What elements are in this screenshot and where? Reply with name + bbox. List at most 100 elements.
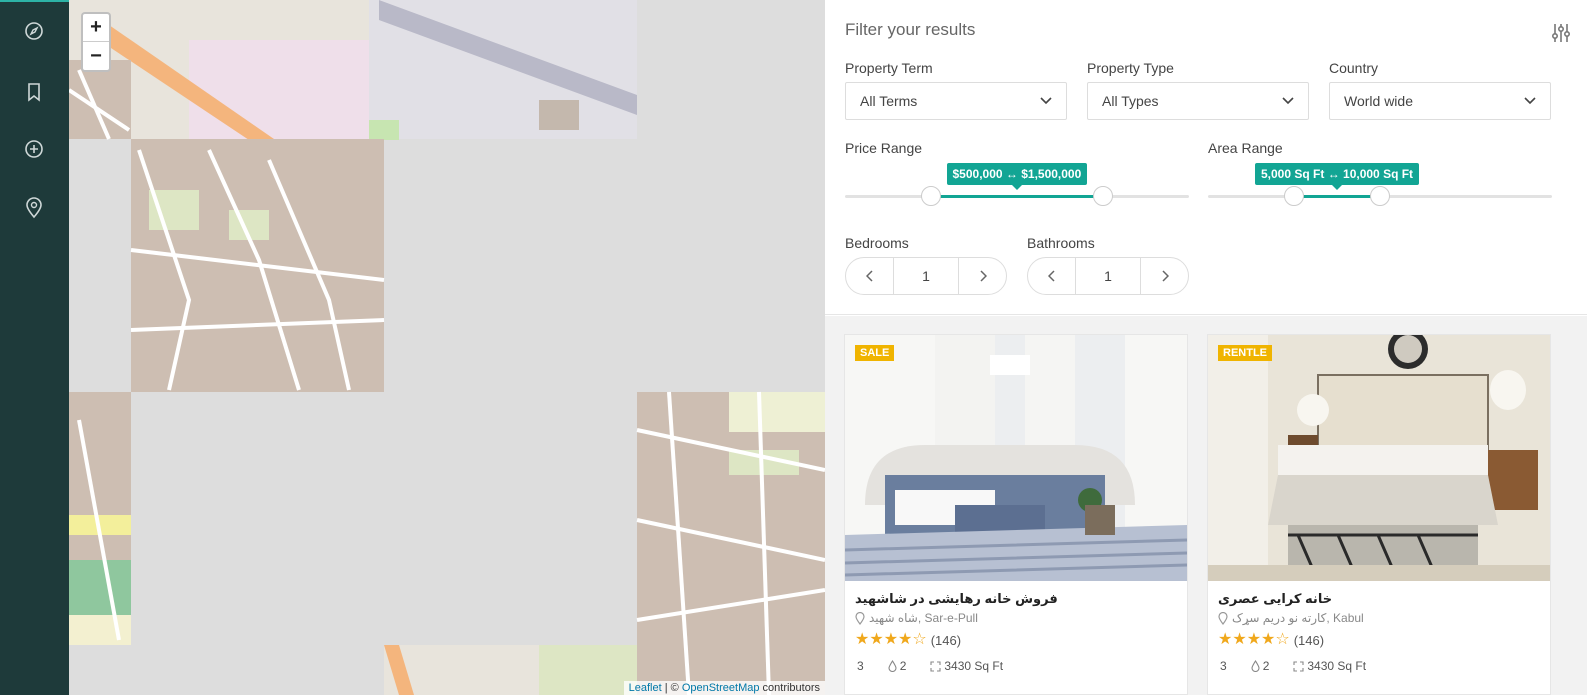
star-empty-icon: ☆ [1275,631,1290,648]
listing-location-text: کارته نو دریم سړک, Kabul [1232,611,1364,625]
property-term-select[interactable]: All Terms [845,82,1067,120]
price-min-handle[interactable] [921,186,941,206]
map-tiles [69,0,825,695]
star-filled-icon: ★ [898,631,913,648]
listing-card[interactable]: SALE فروش خانه رهایشی در شاشهید شاه شهید… [844,334,1188,695]
listing-location: کارته نو دریم سړک, Kabul [1218,611,1364,625]
expand-icon [1293,660,1304,672]
star-filled-icon: ★ [1218,631,1233,648]
listing-badge: SALE [855,345,895,361]
bath-count: 2 [888,659,919,673]
map-attribution: Leaflet | © OpenStreetMap contributors [623,681,825,695]
area-size: 3430 Sq Ft [930,659,1015,673]
bedrooms-label: Bedrooms [845,235,909,251]
price-range-tooltip: $500,000 ↔ $1,500,000 [946,163,1088,190]
chevron-right-icon [979,270,987,282]
price-range-label: Price Range [845,140,923,156]
chevron-down-icon [1040,97,1052,105]
filter-panel: Filter your results Property Term All Te… [825,0,1587,315]
star-filled-icon: ★ [1261,631,1276,648]
listing-badge: RENTLE [1218,345,1272,361]
listing-rating: ★★★★☆ (146) [1218,632,1324,648]
property-type-label: Property Type [1087,60,1174,76]
bathrooms-decrement-button[interactable] [1028,258,1075,294]
attribution-separator: | © [661,682,682,694]
chevron-left-icon [865,270,873,282]
area-max-handle[interactable] [1370,186,1390,206]
location-pin-icon [855,611,865,625]
area-size-value: 3430 Sq Ft [944,659,1004,673]
star-filled-icon: ★ [1232,631,1247,648]
expand-icon [930,660,941,672]
property-term-value: All Terms [860,93,918,109]
listing-specs: 3 2 3430 Sq Ft [1220,659,1390,673]
bedrooms-value[interactable]: 1 [893,258,959,294]
water-drop-icon [888,660,897,672]
area-range-label: Area Range [1208,140,1283,156]
sidebar [0,0,69,695]
add-circle-icon[interactable] [22,137,46,161]
price-max-handle[interactable] [1093,186,1113,206]
price-slider-fill [931,195,1103,198]
bathrooms-increment-button[interactable] [1141,258,1188,294]
star-filled-icon: ★ [1246,631,1262,648]
zoom-in-button[interactable]: + [83,14,109,42]
bed-count-value: 3 [1220,659,1227,673]
zoom-out-button[interactable]: − [83,42,109,70]
sidebar-accent-line [0,0,69,2]
zoom-control: + − [81,12,111,72]
map[interactable]: + − Leaflet | © OpenStreetMap contributo… [69,0,825,695]
bathrooms-label: Bathrooms [1027,235,1095,251]
bathrooms-value[interactable]: 1 [1075,258,1141,294]
bedrooms-stepper: 1 [845,257,1007,295]
bed-count: 3 [1220,659,1239,673]
bookmark-icon[interactable] [22,80,46,104]
sliders-icon[interactable] [1551,22,1571,44]
listing-title[interactable]: خانه کرایی عصری [1218,591,1332,607]
listing-specs: 3 2 3430 Sq Ft [857,659,1027,673]
location-pin-icon [1218,611,1228,625]
area-slider-fill [1294,195,1380,198]
listing-title[interactable]: فروش خانه رهایشی در شاشهید [855,591,1058,607]
listing-card[interactable]: RENTLE خانه کرایی عصری کارته نو دریم سړک… [1207,334,1551,695]
country-label: Country [1329,60,1379,76]
chevron-down-icon [1524,97,1536,105]
listing-photo: SALE [845,335,1187,581]
rating-stars: ★★★★☆ [1218,632,1290,648]
leaflet-link[interactable]: Leaflet [629,682,662,694]
chevron-left-icon [1047,270,1055,282]
star-filled-icon: ★ [855,631,870,648]
bath-count-value: 2 [899,659,907,673]
bed-count-value: 3 [857,659,864,673]
listing-location-text: شاه شهید, Sar-e-Pull [869,611,978,625]
location-pin-icon[interactable] [22,196,46,220]
listing-photo: RENTLE [1208,335,1550,581]
property-type-value: All Types [1102,93,1159,109]
property-type-select[interactable]: All Types [1087,82,1309,120]
country-value: World wide [1344,93,1413,109]
star-filled-icon: ★ [883,631,899,648]
listing-location: شاه شهید, Sar-e-Pull [855,611,978,625]
review-count: (146) [930,632,962,648]
area-range-slider[interactable]: 5,000 Sq Ft ↔ 10,000 Sq Ft [1208,160,1552,210]
filter-panel-title: Filter your results [845,20,976,39]
area-min-handle[interactable] [1284,186,1304,206]
openstreetmap-link[interactable]: OpenStreetMap [682,682,760,694]
bathrooms-stepper: 1 [1027,257,1189,295]
compass-icon[interactable] [22,19,46,43]
country-select[interactable]: World wide [1329,82,1551,120]
area-size: 3430 Sq Ft [1293,659,1378,673]
chevron-down-icon [1282,97,1294,105]
attribution-suffix: contributors [759,682,820,694]
area-range-tooltip: 5,000 Sq Ft ↔ 10,000 Sq Ft [1255,163,1420,190]
price-range-slider[interactable]: $500,000 ↔ $1,500,000 [845,160,1189,210]
listings-area: SALE فروش خانه رهایشی در شاشهید شاه شهید… [825,316,1587,695]
listing-rating: ★★★★☆ (146) [855,632,961,648]
water-drop-icon [1251,660,1260,672]
star-empty-icon: ☆ [912,631,927,648]
review-count: (146) [1293,632,1325,648]
star-filled-icon: ★ [869,631,884,648]
bedrooms-increment-button[interactable] [959,258,1006,294]
property-term-label: Property Term [845,60,933,76]
bedrooms-decrement-button[interactable] [846,258,893,294]
